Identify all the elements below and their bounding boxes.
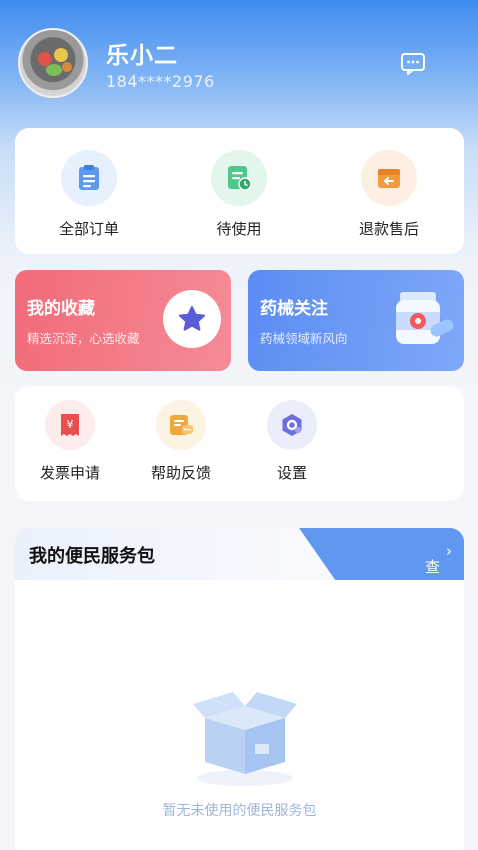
medicine-bottle-icon — [396, 292, 454, 344]
profile-header: 乐小二 184****2976 — [18, 28, 458, 103]
medical-follow-card[interactable]: 药械关注 药械领域新风向 — [248, 270, 464, 371]
medical-subtitle: 药械领域新风向 — [260, 331, 348, 346]
orders-card: 全部订单 待使用 退款售后 — [15, 128, 464, 254]
svg-text:¥: ¥ — [67, 418, 74, 431]
chevron-right-icon: › — [446, 542, 452, 560]
service-header: 我的便民服务包 查看全部 › — [15, 528, 464, 580]
user-phone: 184****2976 — [106, 72, 215, 91]
favorites-title: 我的收藏 — [27, 299, 95, 319]
refund-aftersale-button[interactable]: 退款售后 — [329, 150, 449, 239]
invoice-apply-button[interactable]: ¥ 发票申请 — [10, 400, 130, 483]
refund-icon — [361, 150, 417, 206]
service-title: 我的便民服务包 — [29, 546, 155, 567]
star-icon — [163, 290, 221, 348]
help-feedback-label: 帮助反馈 — [150, 464, 211, 482]
invoice-apply-label: 发票申请 — [39, 464, 100, 482]
favorites-subtitle: 精选沉淀，心选收藏 — [27, 331, 140, 346]
all-orders-button[interactable]: 全部订单 — [29, 150, 149, 239]
invoice-icon: ¥ — [45, 400, 95, 450]
empty-box-icon — [193, 692, 297, 786]
view-all-button[interactable]: 查看全部 › — [299, 528, 464, 580]
refund-aftersale-label: 退款售后 — [358, 220, 419, 238]
empty-state-text: 暂无未使用的便民服务包 — [162, 803, 317, 819]
avatar[interactable] — [18, 28, 88, 98]
user-name: 乐小二 — [106, 43, 178, 69]
pending-use-icon — [211, 150, 267, 206]
view-all-label: 查看全部 — [424, 558, 440, 639]
settings-icon — [267, 400, 317, 450]
settings-button[interactable]: 设置 — [232, 400, 352, 483]
help-feedback-button[interactable]: 帮助反馈 — [121, 400, 241, 483]
message-icon[interactable] — [400, 52, 426, 76]
order-list-icon — [61, 150, 117, 206]
settings-label: 设置 — [276, 464, 307, 482]
pending-use-label: 待使用 — [216, 220, 262, 238]
my-favorites-card[interactable]: 我的收藏 精选沉淀，心选收藏 — [15, 270, 231, 371]
pending-use-button[interactable]: 待使用 — [179, 150, 299, 239]
service-package-card: 我的便民服务包 查看全部 › 暂无未使用的便民服务包 — [15, 528, 464, 850]
medical-title: 药械关注 — [260, 299, 328, 319]
help-feedback-icon — [156, 400, 206, 450]
all-orders-label: 全部订单 — [58, 220, 119, 238]
tools-card: ¥ 发票申请 帮助反馈 设置 — [15, 386, 464, 501]
